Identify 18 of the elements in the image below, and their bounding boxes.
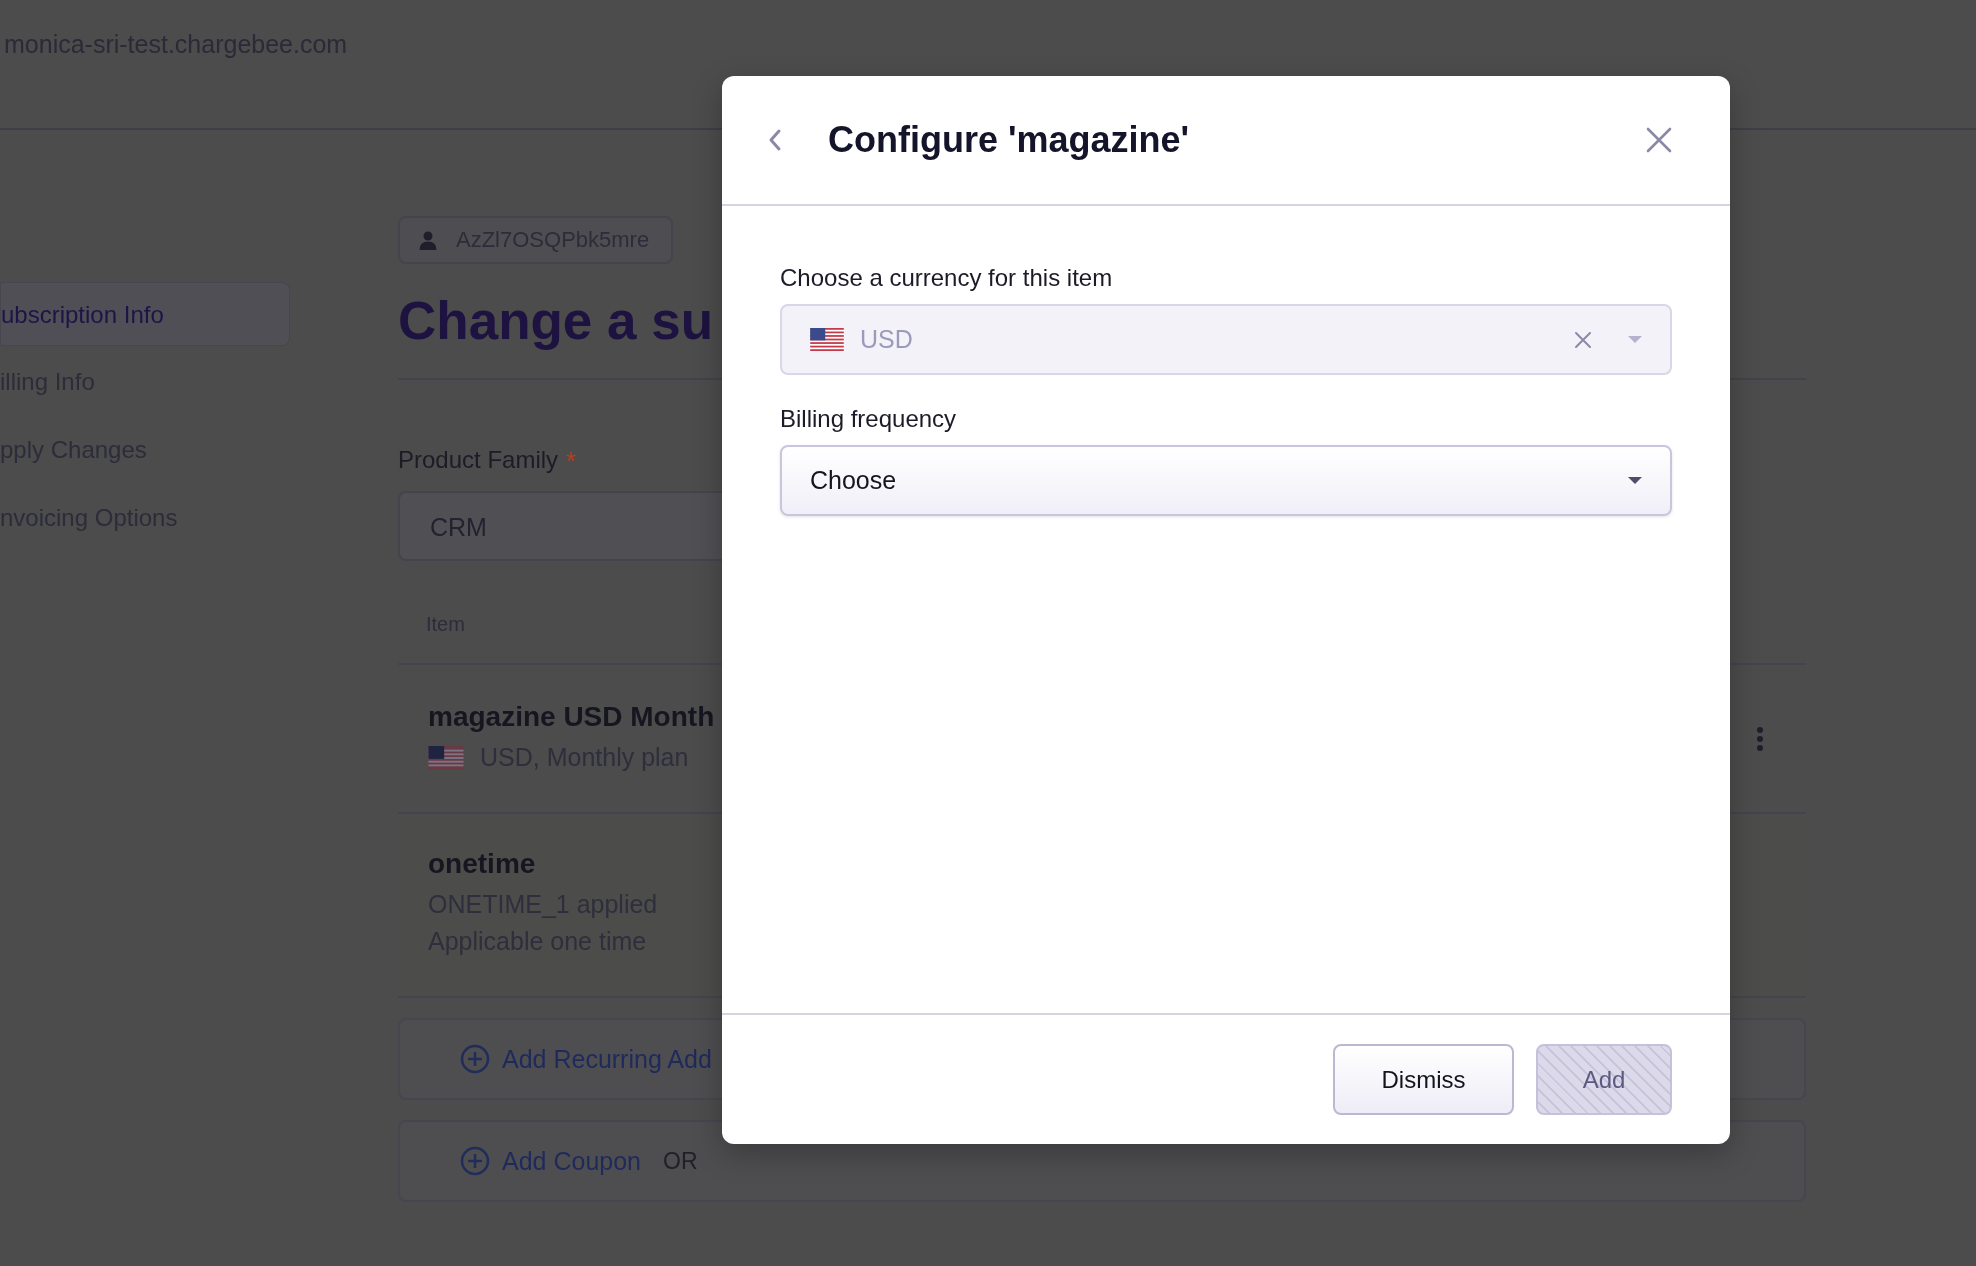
field-label: Billing frequency [780, 405, 958, 433]
page-title: Change a su [398, 290, 714, 352]
plus-circle-icon [460, 1044, 490, 1074]
flag-icon [428, 745, 464, 770]
user-icon [418, 230, 438, 250]
plus-circle-icon [460, 1146, 490, 1176]
item-name: onetime [428, 848, 537, 880]
select-field[interactable]: Choose [780, 445, 1672, 516]
dialog-button[interactable]: Dismiss [1333, 1044, 1514, 1115]
modal-title: Configure 'magazine' [828, 119, 1191, 161]
more-options-icon[interactable] [1756, 725, 1764, 752]
back-icon[interactable] [768, 128, 782, 152]
caret-icon [1628, 476, 1642, 485]
field-label: Choose a currency for this item [780, 264, 1114, 292]
close-icon[interactable] [1646, 127, 1672, 153]
required-mark: * [566, 446, 577, 477]
sidebar-item[interactable]: ubscription Info [0, 282, 290, 346]
caret-icon [1628, 335, 1642, 344]
